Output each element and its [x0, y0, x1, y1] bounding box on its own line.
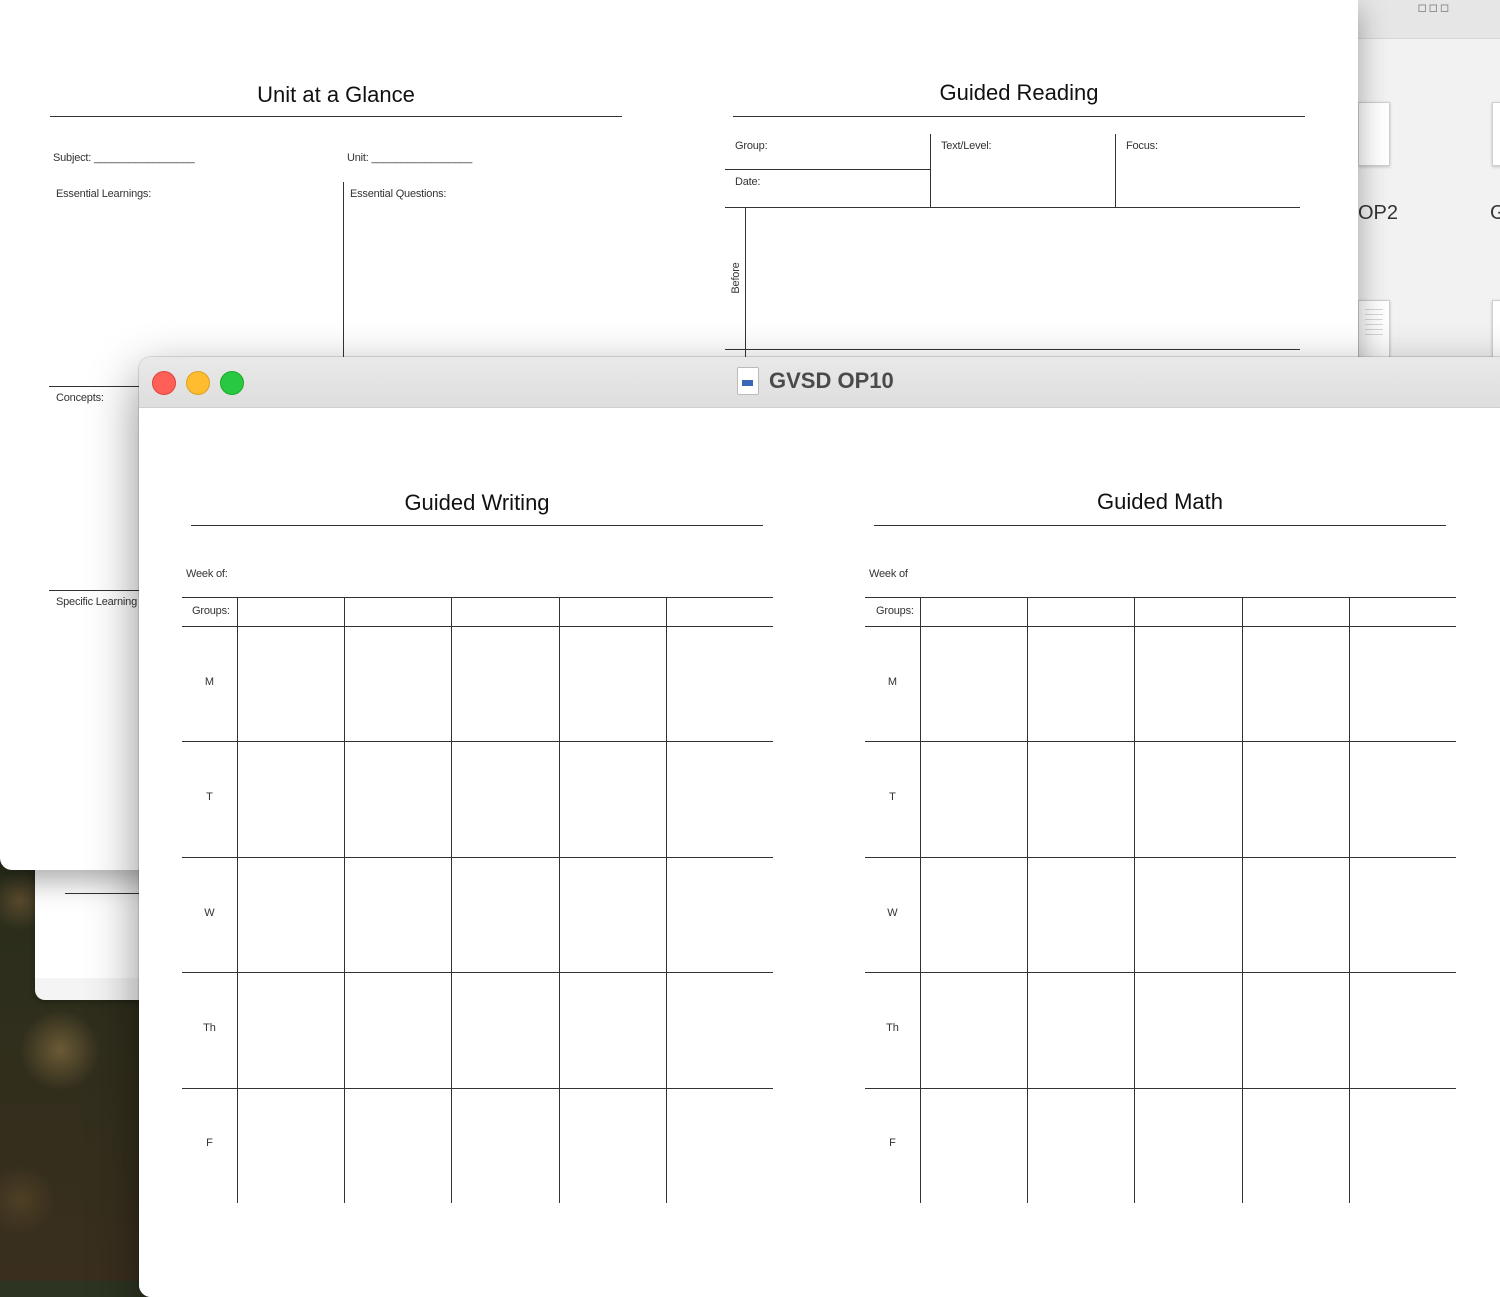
table-rule — [865, 972, 1456, 974]
title-rule — [191, 525, 763, 526]
table-rule — [865, 741, 1456, 743]
title-rule — [733, 116, 1305, 117]
table-column-rule — [1027, 597, 1029, 1203]
field-divider — [930, 134, 931, 207]
day-label: W — [204, 906, 215, 919]
document-icon[interactable] — [737, 367, 759, 395]
table-rule — [182, 626, 773, 627]
title-rule — [874, 525, 1446, 526]
day-label: Th — [886, 1021, 899, 1034]
day-label: Th — [203, 1021, 216, 1034]
section-rule — [49, 590, 139, 591]
table-column-rule — [344, 597, 346, 1203]
minimize-button[interactable] — [186, 371, 210, 395]
before-label: Before — [730, 262, 742, 294]
grid-view-icon[interactable]: ▫▫▫ — [1417, 0, 1451, 16]
table-column-rule — [451, 597, 453, 1203]
table-column-rule — [558, 597, 560, 1203]
table-rule — [182, 856, 773, 858]
day-label: T — [206, 791, 213, 804]
title-rule — [50, 116, 622, 117]
day-label: W — [887, 906, 898, 919]
day-label: M — [204, 675, 215, 688]
close-button[interactable] — [152, 371, 176, 395]
table-column-rule — [1241, 597, 1243, 1203]
table-column-rule — [237, 597, 238, 1203]
concepts-label: Concepts: — [56, 392, 104, 404]
unit-at-a-glance-title: Unit at a Glance — [257, 82, 415, 107]
groups-label: Groups: — [192, 605, 230, 617]
week-of-label: Week of — [869, 568, 908, 580]
table-rule — [182, 741, 773, 743]
group-label: Group: — [735, 140, 768, 152]
table-column-rule — [1134, 597, 1136, 1203]
column-divider — [343, 182, 344, 362]
day-label: F — [889, 1137, 896, 1150]
unit-field-label: Unit: _________________ — [347, 152, 473, 164]
section-rule — [725, 349, 1300, 350]
table-rule — [865, 597, 1456, 598]
table-column-rule — [1348, 597, 1350, 1203]
table-rule — [182, 972, 773, 974]
day-label: F — [206, 1137, 213, 1150]
zoom-button[interactable] — [220, 371, 244, 395]
groups-label: Groups: — [876, 605, 914, 617]
section-rule — [49, 386, 139, 387]
side-divider — [745, 207, 746, 357]
table-rule — [865, 626, 1456, 627]
table-rule — [865, 856, 1456, 858]
document-thumbnail[interactable] — [1492, 102, 1500, 166]
table-column-rule — [665, 597, 667, 1203]
subject-field-label: Subject: _________________ — [53, 152, 195, 164]
guided-writing-title: Guided Writing — [404, 490, 550, 515]
date-label: Date: — [735, 176, 761, 188]
table-rule — [182, 1087, 773, 1089]
week-of-label: Week of: — [186, 568, 228, 580]
document-page: Guided Writing Week of: Groups: M T W Th F G… — [139, 408, 1500, 1297]
window-title: GVSD OP10 — [769, 368, 894, 393]
day-label: T — [889, 791, 896, 804]
preview-window[interactable]: GVSD OP10 Guided Writing Week of: Groups… — [139, 357, 1500, 1297]
essential-questions-label: Essential Questions: — [350, 188, 447, 200]
field-divider — [1115, 134, 1116, 207]
guided-math-title: Guided Math — [1097, 489, 1223, 514]
essential-learnings-label: Essential Learnings: — [56, 188, 152, 200]
guided-reading-title: Guided Reading — [939, 80, 1099, 105]
focus-label: Focus: — [1126, 140, 1158, 152]
table-column-rule — [920, 597, 921, 1203]
table-rule — [182, 597, 773, 598]
thumbnail-label: OP2 — [1358, 202, 1399, 224]
document-thumbnail[interactable] — [1358, 102, 1390, 166]
window-titlebar[interactable]: GVSD OP10 — [139, 357, 1500, 408]
specific-learning-label: Specific Learning — [56, 596, 137, 608]
table-rule — [865, 1087, 1456, 1089]
field-rule — [725, 169, 931, 170]
thumbnail-label: G — [1490, 202, 1500, 224]
day-label: M — [887, 675, 898, 688]
text-level-label: Text/Level: — [941, 140, 992, 152]
header-rule — [725, 207, 1300, 208]
